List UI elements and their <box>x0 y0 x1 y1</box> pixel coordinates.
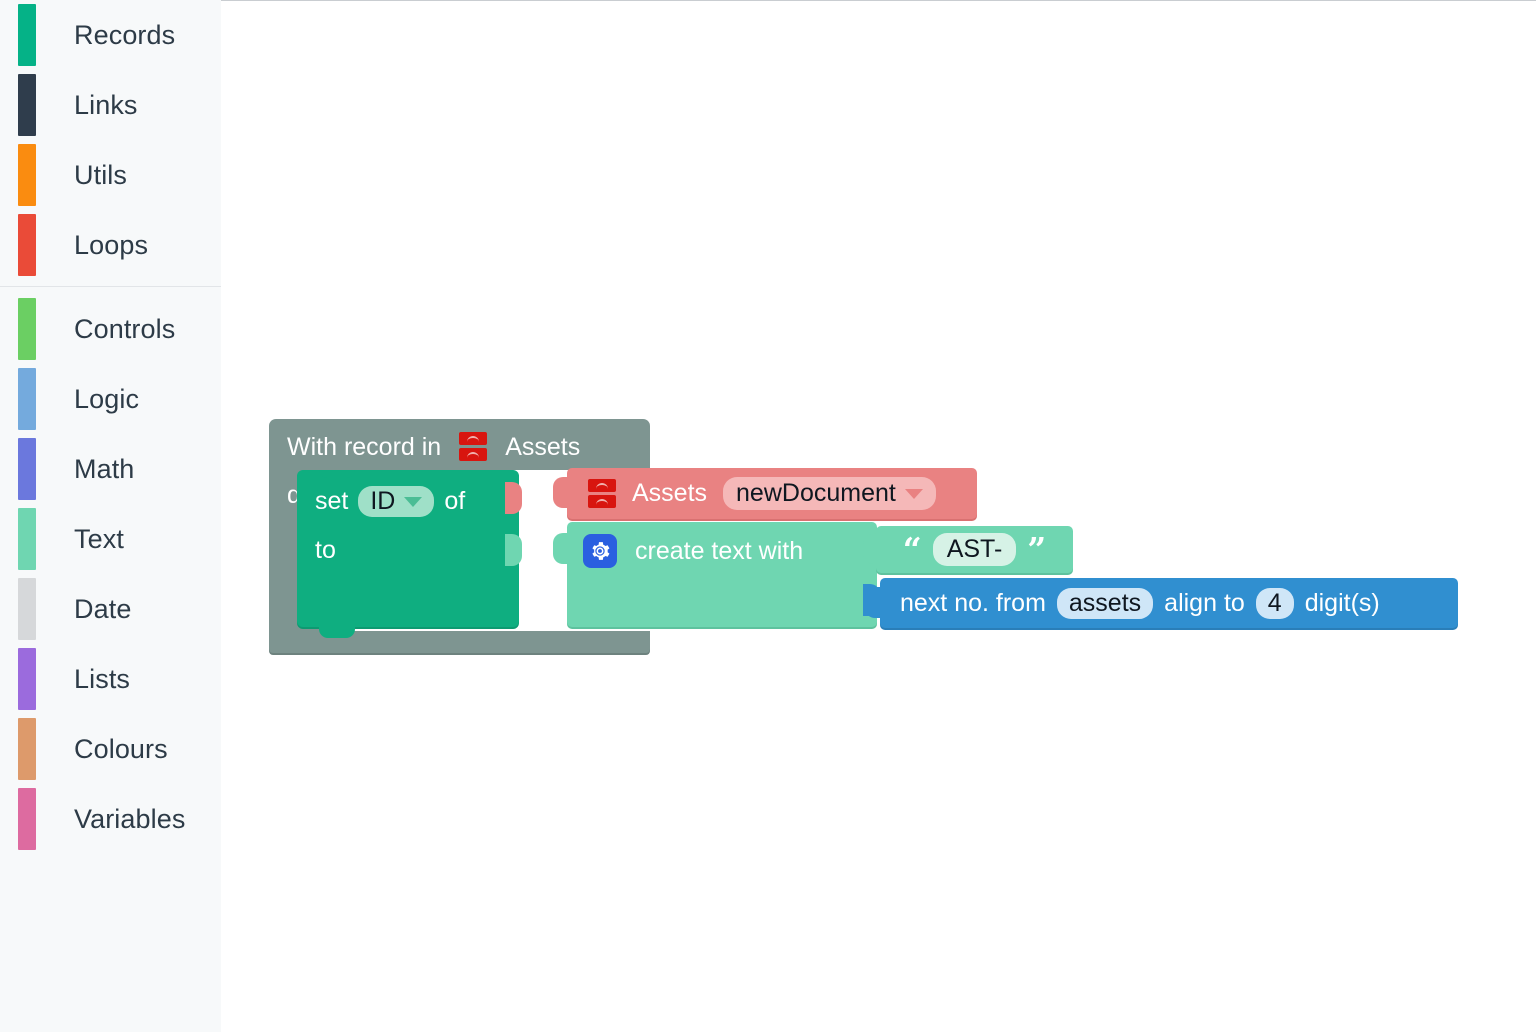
to-label: to <box>315 536 336 564</box>
sidebar-item-variables[interactable]: Variables <box>0 784 221 854</box>
output-connection-tab <box>863 534 878 564</box>
sidebar-item-text[interactable]: Text <box>0 504 221 574</box>
category-swatch-loops <box>18 214 36 276</box>
chevron-down-icon <box>904 488 923 499</box>
field-dropdown-id[interactable]: ID <box>358 486 435 517</box>
block-canvas[interactable]: With record in Assets do set ID of to <box>221 0 1536 1032</box>
field-digits-value: 4 <box>1267 588 1282 617</box>
open-quote-icon: “ <box>902 529 922 569</box>
toolbox-group-primary: Records Links Utils Loops <box>0 0 221 280</box>
category-swatch-lists <box>18 648 36 710</box>
sidebar-item-links[interactable]: Links <box>0 70 221 140</box>
sidebar-item-colours[interactable]: Colours <box>0 714 221 784</box>
sidebar-item-records[interactable]: Records <box>0 0 221 70</box>
record-table-label: Assets <box>632 479 708 507</box>
category-swatch-links <box>18 74 36 136</box>
sidebar-item-label: Records <box>74 19 176 50</box>
sidebar-item-controls[interactable]: Controls <box>0 294 221 364</box>
sidebar-item-lists[interactable]: Lists <box>0 644 221 714</box>
sidebar-item-date[interactable]: Date <box>0 574 221 644</box>
record-icon <box>459 432 488 462</box>
block-set-field-of-record[interactable]: set ID of to <box>297 470 522 638</box>
gear-icon[interactable] <box>583 534 617 568</box>
field-source-name[interactable]: assets <box>1056 587 1154 619</box>
block-top-notch <box>319 470 355 478</box>
block-record-reference[interactable]: Assets newDocument <box>553 468 977 519</box>
with-record-header: With record in Assets <box>287 432 580 462</box>
digits-label: digit(s) <box>1304 588 1380 617</box>
toolbox-sidebar: Records Links Utils Loops Controls Logic… <box>0 0 221 1032</box>
block-text-literal[interactable]: “ AST- ” <box>863 526 1073 573</box>
sidebar-item-label: Utils <box>74 159 127 190</box>
set-to-row: to <box>315 538 336 563</box>
next-number-prefix-label: next no. from <box>900 588 1046 617</box>
sidebar-item-label: Colours <box>74 733 168 764</box>
field-text-value-text: AST- <box>946 535 1003 563</box>
set-label: set <box>315 487 349 515</box>
sidebar-item-math[interactable]: Math <box>0 434 221 504</box>
sidebar-item-logic[interactable]: Logic <box>0 364 221 434</box>
sidebar-item-label: Lists <box>74 663 131 694</box>
sidebar-item-loops[interactable]: Loops <box>0 210 221 280</box>
sidebar-item-label: Logic <box>74 383 140 414</box>
with-record-table-label: Assets <box>505 432 581 461</box>
output-connection-tab <box>865 587 882 618</box>
sidebar-item-label: Links <box>74 89 138 120</box>
category-swatch-records <box>18 4 36 66</box>
record-icon <box>588 478 616 509</box>
field-source-name-value: assets <box>1068 588 1142 617</box>
category-swatch-logic <box>18 368 36 430</box>
block-top-notch <box>296 419 334 428</box>
create-text-label: create text with <box>635 536 804 565</box>
category-swatch-controls <box>18 298 36 360</box>
field-dropdown-id-value: ID <box>370 487 396 515</box>
create-text-inner: create text with <box>583 534 803 568</box>
toolbox-separator <box>0 286 221 287</box>
value-input-socket-value <box>505 534 522 566</box>
next-number-inner: next no. from assets align to 4 digit(s) <box>900 587 1380 619</box>
chevron-down-icon <box>404 496 423 507</box>
blockly-editor: Records Links Utils Loops Controls Logic… <box>0 0 1536 1032</box>
field-dropdown-record[interactable]: newDocument <box>723 477 936 510</box>
field-text-value[interactable]: AST- <box>932 533 1017 566</box>
sidebar-item-label: Controls <box>74 313 176 344</box>
set-field-row: set ID of <box>315 486 465 517</box>
value-input-socket-record <box>505 482 522 514</box>
category-swatch-utils <box>18 144 36 206</box>
category-swatch-text <box>18 508 36 570</box>
toolbox-group-standard: Controls Logic Math Text Date Lists Colo… <box>0 294 221 854</box>
align-to-label: align to <box>1164 588 1245 617</box>
category-swatch-date <box>18 578 36 640</box>
of-label: of <box>444 487 466 515</box>
block-create-text-with[interactable]: create text with <box>553 522 880 627</box>
close-quote-icon: ” <box>1027 529 1047 569</box>
sidebar-item-utils[interactable]: Utils <box>0 140 221 210</box>
field-digits[interactable]: 4 <box>1255 587 1294 619</box>
sidebar-item-label: Variables <box>74 803 186 834</box>
category-swatch-math <box>18 438 36 500</box>
sidebar-item-label: Text <box>74 523 124 554</box>
with-record-prefix-label: With record in <box>287 432 442 461</box>
record-reference-inner: Assets newDocument <box>588 477 936 510</box>
sidebar-item-label: Loops <box>74 229 149 260</box>
output-connection-tab <box>553 477 569 508</box>
category-swatch-variables <box>18 788 36 850</box>
sidebar-item-label: Math <box>74 453 135 484</box>
block-next-number[interactable]: next no. from assets align to 4 digit(s) <box>865 578 1458 628</box>
block-bottom-notch <box>319 627 355 638</box>
sidebar-item-label: Date <box>74 593 132 624</box>
output-connection-tab <box>553 533 569 564</box>
field-dropdown-record-value: newDocument <box>736 479 896 507</box>
category-swatch-colours <box>18 718 36 780</box>
